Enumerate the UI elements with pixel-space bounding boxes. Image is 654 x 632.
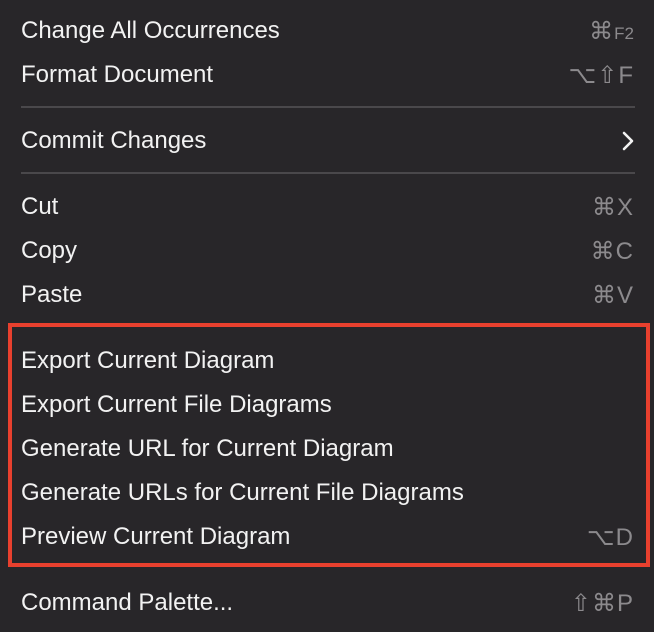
- context-menu: Change All Occurrences ⌘F2 Format Docume…: [0, 0, 654, 632]
- chevron-right-icon: [614, 129, 634, 153]
- menu-item-label: Paste: [21, 281, 83, 308]
- menu-item-label: Preview Current Diagram: [21, 523, 291, 550]
- menu-item-label: Export Current Diagram: [21, 347, 275, 374]
- menu-item-export-current-diagram[interactable]: Export Current Diagram: [0, 339, 654, 383]
- menu-item-preview-current-diagram[interactable]: Preview Current Diagram ⌥D: [0, 515, 654, 559]
- menu-item-shortcut: ⌘X: [591, 193, 634, 221]
- menu-item-label: Copy: [21, 237, 78, 264]
- menu-item-label: Generate URLs for Current File Diagrams: [21, 479, 464, 506]
- menu-item-shortcut: ⌥D: [587, 523, 634, 551]
- menu-item-label: Commit Changes: [21, 127, 207, 154]
- menu-item-label: Cut: [21, 193, 59, 220]
- menu-item-format-document[interactable]: Format Document ⌥⇧F: [0, 53, 654, 97]
- menu-item-shortcut: ⌘C: [590, 237, 634, 265]
- menu-item-label: Format Document: [21, 61, 214, 88]
- menu-item-command-palette[interactable]: Command Palette... ⇧⌘P: [0, 581, 654, 625]
- menu-item-label: Change All Occurrences: [21, 17, 280, 44]
- menu-item-shortcut: ⇧⌘P: [570, 589, 634, 617]
- menu-item-generate-url-current-diagram[interactable]: Generate URL for Current Diagram: [0, 427, 654, 471]
- menu-item-shortcut: ⌘V: [591, 281, 634, 309]
- menu-item-cut[interactable]: Cut ⌘X: [0, 185, 654, 229]
- menu-item-label: Generate URL for Current Diagram: [21, 435, 394, 462]
- f2-key: F2: [614, 23, 634, 43]
- menu-item-export-current-file-diagrams[interactable]: Export Current File Diagrams: [0, 383, 654, 427]
- menu-separator: [21, 106, 635, 108]
- menu-item-change-all-occurrences[interactable]: Change All Occurrences ⌘F2: [0, 9, 654, 53]
- menu-item-shortcut: ⌥⇧F: [568, 61, 634, 89]
- menu-item-label: Export Current File Diagrams: [21, 391, 332, 418]
- menu-item-shortcut: ⌘F2: [589, 17, 634, 46]
- menu-item-commit-changes[interactable]: Commit Changes: [0, 119, 654, 163]
- menu-item-label: Command Palette...: [21, 589, 234, 616]
- menu-separator: [21, 172, 635, 174]
- command-key-icon: ⌘: [589, 17, 615, 45]
- menu-item-generate-urls-current-file-diagrams[interactable]: Generate URLs for Current File Diagrams: [0, 471, 654, 515]
- menu-item-copy[interactable]: Copy ⌘C: [0, 229, 654, 273]
- menu-item-paste[interactable]: Paste ⌘V: [0, 273, 654, 317]
